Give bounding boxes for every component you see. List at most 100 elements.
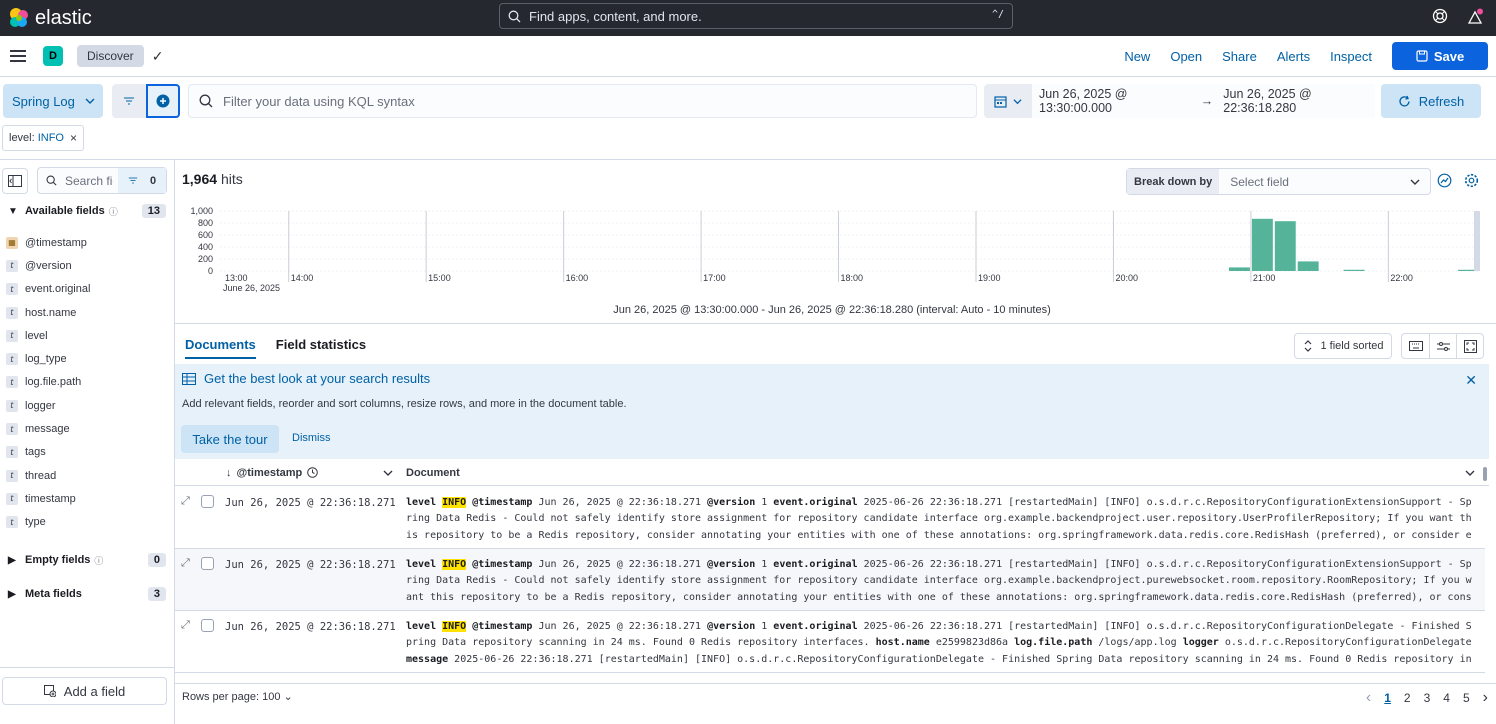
field-key: log.file.path bbox=[1014, 637, 1093, 649]
gear-icon[interactable] bbox=[1464, 173, 1479, 188]
expand-icon[interactable]: ⤢ bbox=[181, 495, 190, 508]
page-3-button[interactable]: 3 bbox=[1424, 691, 1431, 705]
news-feed-icon[interactable] bbox=[1466, 8, 1484, 26]
highlight-match: INFO bbox=[442, 621, 467, 632]
sidebar-field-tags[interactable]: t tags bbox=[6, 441, 166, 464]
filter-icon bbox=[128, 177, 138, 184]
end-date-button[interactable]: Jun 26, 2025 @ 22:36:18.280 bbox=[1223, 87, 1375, 115]
collapse-sidebar-button[interactable] bbox=[2, 168, 28, 194]
field-key: host.name bbox=[875, 637, 930, 649]
breadcrumb-discover[interactable]: Discover bbox=[77, 45, 144, 67]
sidebar-field-timestamp[interactable]: ▦ @timestamp bbox=[6, 231, 166, 254]
fullscreen-button[interactable] bbox=[1456, 334, 1483, 358]
row-timestamp: Jun 26, 2025 @ 22:36:18.271 bbox=[225, 497, 396, 509]
help-icon[interactable] bbox=[1432, 8, 1448, 24]
sort-fields-button[interactable]: 1 field sorted bbox=[1294, 333, 1392, 359]
field-key: event.original bbox=[773, 559, 858, 570]
y-tick-label: 200 bbox=[198, 254, 213, 264]
column-header-timestamp[interactable]: ↓ @timestamp bbox=[226, 467, 319, 479]
chevron-down-icon[interactable] bbox=[1465, 468, 1475, 478]
dismiss-button[interactable]: Dismiss bbox=[292, 432, 331, 444]
elastic-logo[interactable]: elastic bbox=[8, 7, 92, 30]
visualize-icon[interactable] bbox=[1437, 173, 1452, 188]
filter-options-button[interactable] bbox=[112, 84, 146, 118]
table-row[interactable]: ⤢ Jun 26, 2025 @ 22:36:18.271 level INFO @… bbox=[175, 611, 1485, 673]
filter-pill-level[interactable]: level: INFO × bbox=[2, 125, 84, 151]
scrollbar[interactable] bbox=[1483, 467, 1487, 481]
callout-title: Get the best look at your search results bbox=[204, 371, 431, 386]
row-checkbox[interactable] bbox=[201, 495, 214, 508]
search-icon bbox=[508, 10, 521, 22]
add-field-button[interactable]: Add a field bbox=[2, 677, 167, 705]
close-icon[interactable]: × bbox=[70, 131, 77, 145]
sidebar-field-level[interactable]: t level bbox=[6, 324, 166, 347]
field-search-input[interactable]: Search field names 0 bbox=[37, 167, 167, 194]
space-avatar[interactable]: D bbox=[43, 46, 63, 66]
field-key: @version bbox=[707, 621, 756, 632]
sidebar-toggle-icon bbox=[8, 175, 22, 187]
expand-icon[interactable]: ⤢ bbox=[181, 619, 190, 632]
global-search-input[interactable]: Find apps, content, and more. ^/ bbox=[499, 3, 1013, 29]
table-row[interactable]: ⤢ Jun 26, 2025 @ 22:36:18.271 level INFO @… bbox=[175, 549, 1485, 611]
sidebar-field-thread[interactable]: t thread bbox=[6, 464, 166, 487]
x-tick-label: 15:00 bbox=[428, 273, 451, 283]
document-column-label[interactable]: Document bbox=[406, 467, 460, 479]
tab-documents[interactable]: Documents bbox=[185, 337, 256, 359]
empty-fields-toggle[interactable]: ▶ Empty fields ⓘ 0 bbox=[8, 553, 166, 567]
refresh-button[interactable]: Refresh bbox=[1381, 84, 1481, 118]
chevron-down-icon[interactable] bbox=[383, 468, 393, 478]
open-button[interactable]: Open bbox=[1170, 49, 1202, 64]
filter-pill-value: INFO bbox=[37, 132, 64, 144]
row-checkbox[interactable] bbox=[201, 557, 214, 570]
share-button[interactable]: Share bbox=[1222, 49, 1257, 64]
sidebar-field-version[interactable]: t @version bbox=[6, 254, 166, 277]
x-tick-label: 13:00 bbox=[225, 273, 248, 283]
previous-page-icon[interactable]: ‹ bbox=[1366, 689, 1371, 707]
new-button[interactable]: New bbox=[1124, 49, 1150, 64]
quick-select-button[interactable] bbox=[984, 84, 1032, 118]
page-2-button[interactable]: 2 bbox=[1404, 691, 1411, 705]
tab-field-statistics[interactable]: Field statistics bbox=[276, 337, 366, 359]
row-checkbox[interactable] bbox=[201, 619, 214, 632]
sidebar-field-message[interactable]: t message bbox=[6, 417, 166, 440]
expand-icon[interactable]: ⤢ bbox=[181, 557, 190, 570]
sidebar-field-logger[interactable]: t logger bbox=[6, 394, 166, 417]
display-options-button[interactable] bbox=[1429, 334, 1456, 358]
page-4-button[interactable]: 4 bbox=[1443, 691, 1450, 705]
field-type-filter-button[interactable]: 0 bbox=[118, 168, 166, 193]
sidebar-field-log-type[interactable]: t log_type bbox=[6, 347, 166, 370]
take-tour-button[interactable]: Take the tour bbox=[181, 425, 279, 453]
next-page-icon[interactable]: › bbox=[1483, 689, 1488, 707]
page-1-button[interactable]: 1 bbox=[1384, 691, 1391, 705]
date-field-icon: ▦ bbox=[6, 236, 18, 249]
add-filter-button[interactable] bbox=[146, 84, 180, 118]
field-key: @version bbox=[707, 559, 756, 570]
data-view-picker[interactable]: Spring Log bbox=[3, 84, 103, 118]
sidebar-field-event-original[interactable]: t event.original bbox=[6, 278, 166, 301]
keyboard-shortcuts-button[interactable] bbox=[1402, 334, 1429, 358]
meta-fields-toggle[interactable]: ▶ Meta fields 3 bbox=[8, 587, 166, 601]
rows-per-page-select[interactable]: Rows per page: 100 ⌄ bbox=[182, 690, 293, 703]
breakdown-label: Break down by bbox=[1127, 169, 1220, 194]
alerts-button[interactable]: Alerts bbox=[1277, 49, 1310, 64]
sidebar-field-type[interactable]: t type bbox=[6, 511, 166, 534]
page-5-button[interactable]: 5 bbox=[1463, 691, 1470, 705]
inspect-button[interactable]: Inspect bbox=[1330, 49, 1372, 64]
query-bar: Spring Log Filter your data using KQL sy… bbox=[0, 84, 1496, 118]
x-tick-label: 17:00 bbox=[703, 273, 726, 283]
available-fields-toggle[interactable]: ▼ Available fields ⓘ 13 bbox=[8, 204, 166, 218]
sidebar-field-timestamp[interactable]: t timestamp bbox=[6, 487, 166, 510]
available-fields-list: ▦ @timestamp t @version t event.original t host… bbox=[6, 231, 166, 534]
kql-search-input[interactable]: Filter your data using KQL syntax bbox=[188, 84, 977, 118]
global-search-placeholder: Find apps, content, and more. bbox=[529, 8, 702, 24]
empty-fields-label: Empty fields bbox=[25, 554, 91, 566]
menu-icon[interactable] bbox=[10, 47, 26, 65]
save-button[interactable]: Save bbox=[1392, 42, 1488, 70]
table-row[interactable]: ⤢ Jun 26, 2025 @ 22:36:18.271 level INFO @… bbox=[175, 487, 1485, 549]
sidebar-field-log-file-path[interactable]: t log.file.path bbox=[6, 371, 166, 394]
start-date-button[interactable]: Jun 26, 2025 @ 13:30:00.000 bbox=[1039, 87, 1191, 115]
grid-header: ↓ @timestamp Document bbox=[175, 460, 1489, 486]
row-document: level INFO @timestamp Jun 26, 2025 @ 22:… bbox=[406, 557, 1474, 607]
breakdown-select[interactable]: Break down by Select field bbox=[1126, 168, 1431, 195]
close-icon[interactable]: ✕ bbox=[1465, 372, 1477, 389]
